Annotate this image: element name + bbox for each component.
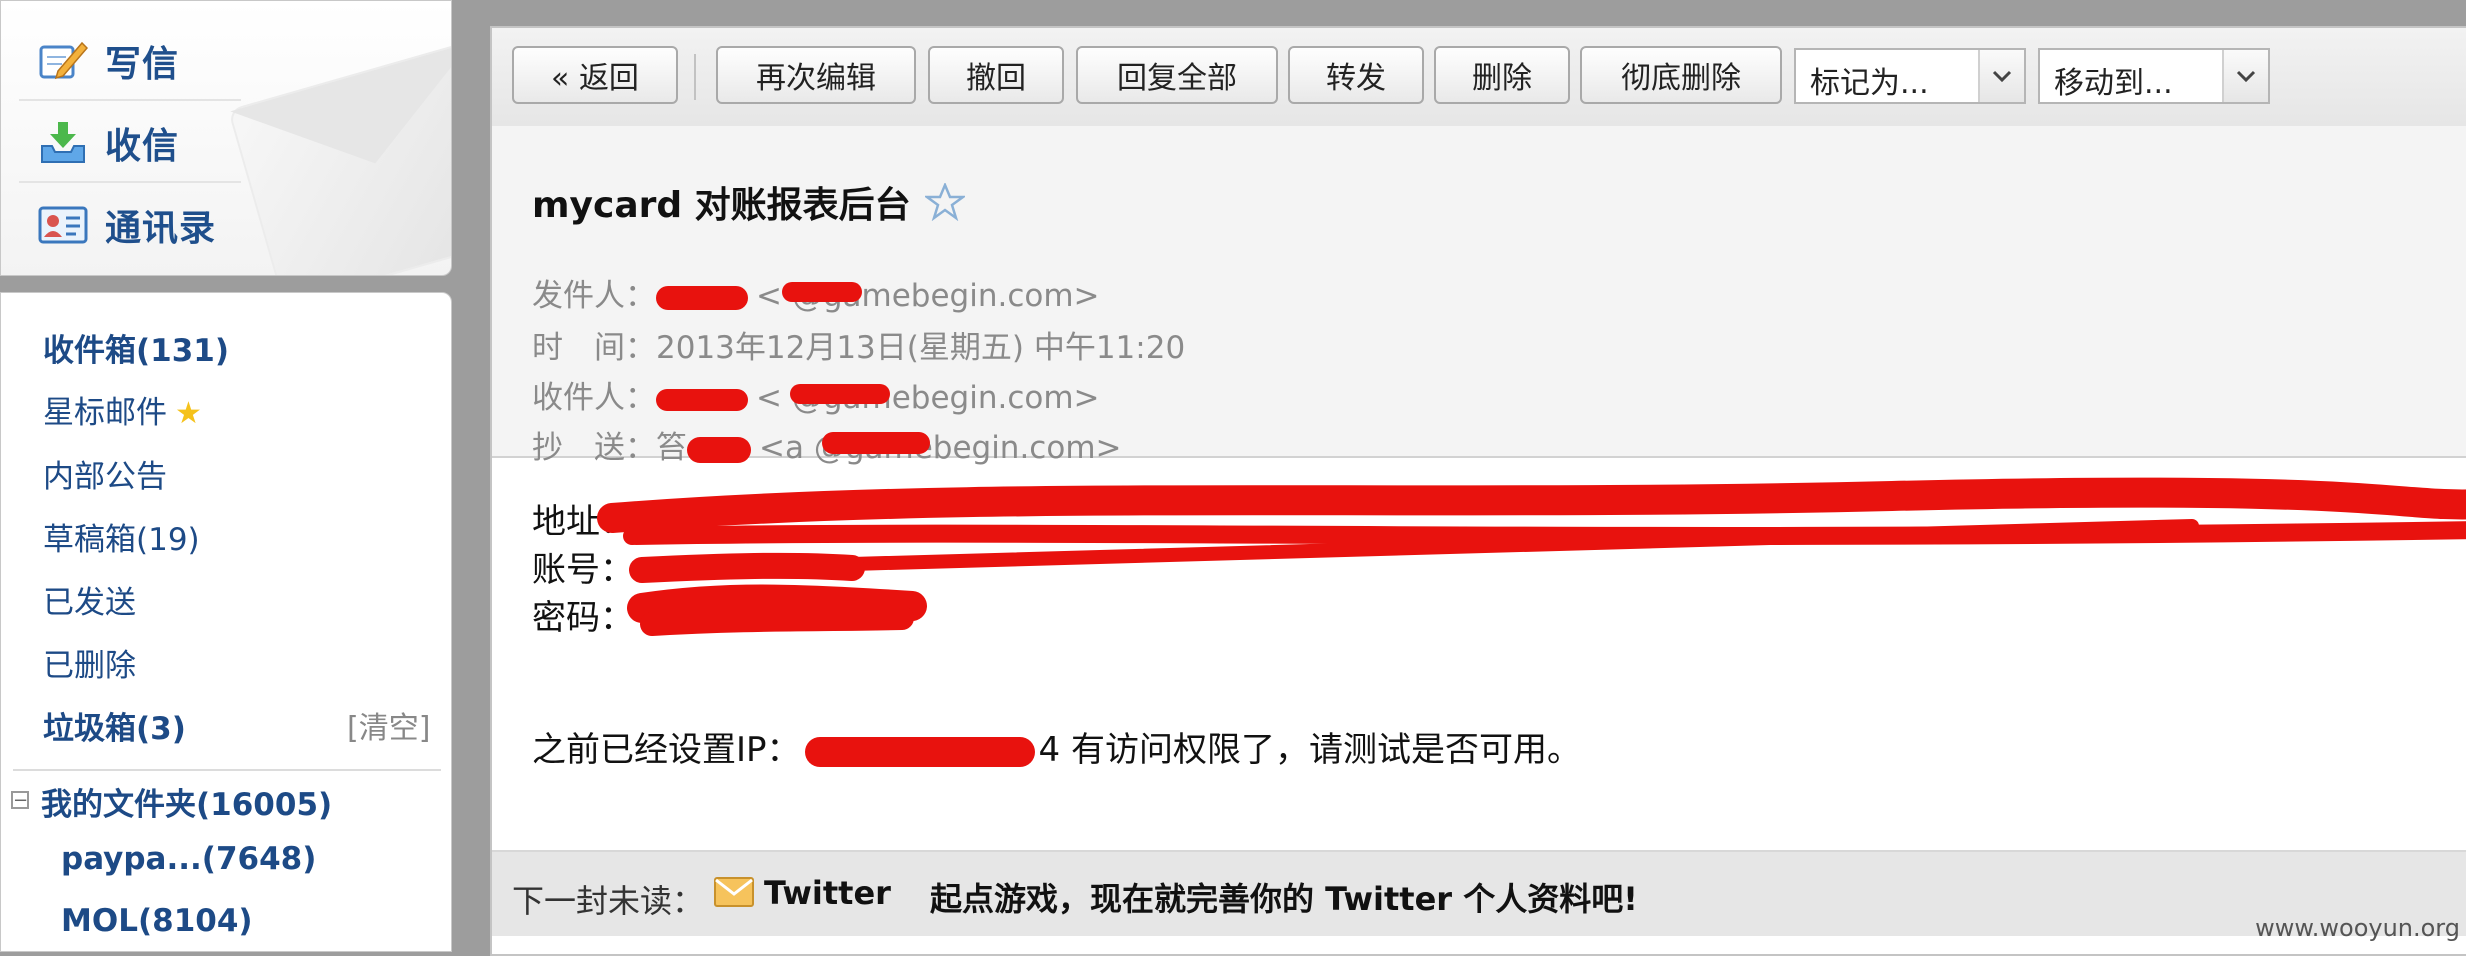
contacts-icon	[37, 203, 89, 247]
redaction-mark	[656, 388, 748, 411]
delete-permanently-button[interactable]: 彻底删除	[1580, 46, 1782, 104]
to-row: 收件人： < @gamebegin.com>	[532, 372, 1100, 417]
cc-label: 抄 送：	[532, 430, 656, 466]
folder-starred[interactable]: 星标邮件 ★	[43, 387, 202, 432]
mail-toolbar: « 返回 再次编辑 撤回 回复全部 转发 删除 彻底删除 标记为... 移动到.…	[492, 28, 2466, 128]
redaction-mark	[656, 285, 748, 310]
from-row: 发件人： < @gamebegin.com>	[532, 270, 1100, 315]
from-label: 发件人：	[532, 278, 656, 314]
compose-icon	[37, 39, 89, 83]
forward-button[interactable]: 转发	[1288, 46, 1424, 104]
check-mail-button[interactable]: 收信	[19, 107, 241, 179]
star-outline-icon[interactable]	[924, 183, 965, 221]
subfolder-item[interactable]: paypa...(7648)	[61, 841, 316, 877]
redaction-mark	[804, 736, 1035, 767]
toolbar-divider	[694, 54, 696, 100]
redaction-mark	[790, 384, 890, 404]
ip-line: 之前已经设置IP： 4 有访问权限了，请测试是否可用。	[532, 726, 1581, 774]
folder-inbox[interactable]: 收件箱(131)	[43, 325, 229, 370]
folder-drafts[interactable]: 草稿箱(19)	[43, 514, 200, 559]
mail-header: mycard 对账报表后台 发件人： < @gamebegin.com> 时 间：…	[492, 126, 2466, 466]
envelope-decoration	[227, 39, 451, 275]
quick-divider	[19, 181, 241, 183]
redaction-mark	[782, 282, 862, 302]
inbox-download-icon	[37, 121, 89, 165]
mail-subject: mycard 对账报表后台	[532, 176, 965, 228]
mail-read-view: « 返回 再次编辑 撤回 回复全部 转发 删除 彻底删除 标记为... 移动到.…	[490, 26, 2466, 956]
time-label: 时 间：	[532, 330, 656, 366]
ip-prefix: 之前已经设置IP：	[532, 730, 801, 770]
chevron-down-icon	[2222, 50, 2268, 102]
folder-list: 收件箱(131) 星标邮件 ★ 内部公告 草稿箱(19) 已发送 已删除 垃圾箱(…	[0, 292, 452, 952]
to-label: 收件人：	[532, 380, 656, 416]
next-unread-bar: 下一封未读： Twitter 起点游戏，现在就完善你的 Twitter 个人资料…	[492, 850, 2466, 936]
contacts-button[interactable]: 通讯录	[19, 189, 241, 261]
folder-starred-label: 星标邮件	[43, 395, 167, 431]
folder-divider	[13, 769, 441, 771]
cc-prefix: 笞	[656, 430, 687, 466]
redaction-mark	[822, 432, 930, 454]
move-to-select[interactable]: 移动到...	[2038, 48, 2270, 104]
recall-button[interactable]: 撤回	[928, 46, 1064, 104]
mark-as-value: 标记为...	[1810, 66, 1929, 101]
envelope-icon	[714, 876, 754, 916]
folder-sent[interactable]: 已发送	[43, 577, 136, 622]
contacts-label: 通讯录	[105, 208, 217, 249]
quick-divider	[19, 99, 241, 101]
back-button[interactable]: « 返回	[512, 46, 678, 104]
watermark: www.wooyun.org	[2255, 914, 2460, 942]
time-row: 时 间：2013年12月13日(星期五) 中午11:20	[532, 322, 1185, 367]
cc-value: <a @gamebegin.com>	[759, 430, 1122, 466]
star-icon: ★	[175, 396, 202, 431]
next-unread-label: 下一封未读：	[512, 882, 705, 920]
folder-deleted[interactable]: 已删除	[43, 640, 136, 685]
move-to-value: 移动到...	[2054, 66, 2173, 101]
redaction-mark	[687, 436, 751, 463]
check-mail-label: 收信	[105, 126, 180, 167]
ip-tail: 4 有访问权限了，请测试是否可用。	[1038, 730, 1581, 770]
time-value: 2013年12月13日(星期五) 中午11:20	[656, 330, 1186, 366]
folder-notices[interactable]: 内部公告	[43, 451, 167, 496]
next-unread-sender[interactable]: Twitter	[764, 874, 891, 912]
subject-text: mycard 对账报表后台	[532, 185, 911, 226]
mark-as-select[interactable]: 标记为...	[1794, 48, 2026, 104]
subfolder-item[interactable]: MOL(8104)	[61, 903, 253, 939]
folder-spam[interactable]: 垃圾箱(3)	[43, 703, 186, 748]
redaction-scribble	[597, 477, 2466, 636]
collapse-folder-toggle[interactable]: −	[11, 791, 29, 810]
quick-actions-panel: 写信 收信 通讯录	[0, 0, 452, 276]
clear-spam-link[interactable]: [清空]	[347, 703, 430, 747]
next-unread-subject[interactable]: 起点游戏，现在就完善你的 Twitter 个人资料吧!	[930, 874, 1638, 920]
reply-all-button[interactable]: 回复全部	[1076, 46, 1278, 104]
compose-label: 写信	[105, 44, 180, 85]
cc-row: 抄 送：笞 <a @gamebegin.com>	[532, 422, 1122, 467]
chevron-down-icon	[1978, 50, 2024, 102]
compose-button[interactable]: 写信	[19, 25, 241, 97]
delete-button[interactable]: 删除	[1434, 46, 1570, 104]
folder-my-folders[interactable]: 我的文件夹(16005)	[41, 779, 332, 824]
re-edit-button[interactable]: 再次编辑	[716, 46, 916, 104]
